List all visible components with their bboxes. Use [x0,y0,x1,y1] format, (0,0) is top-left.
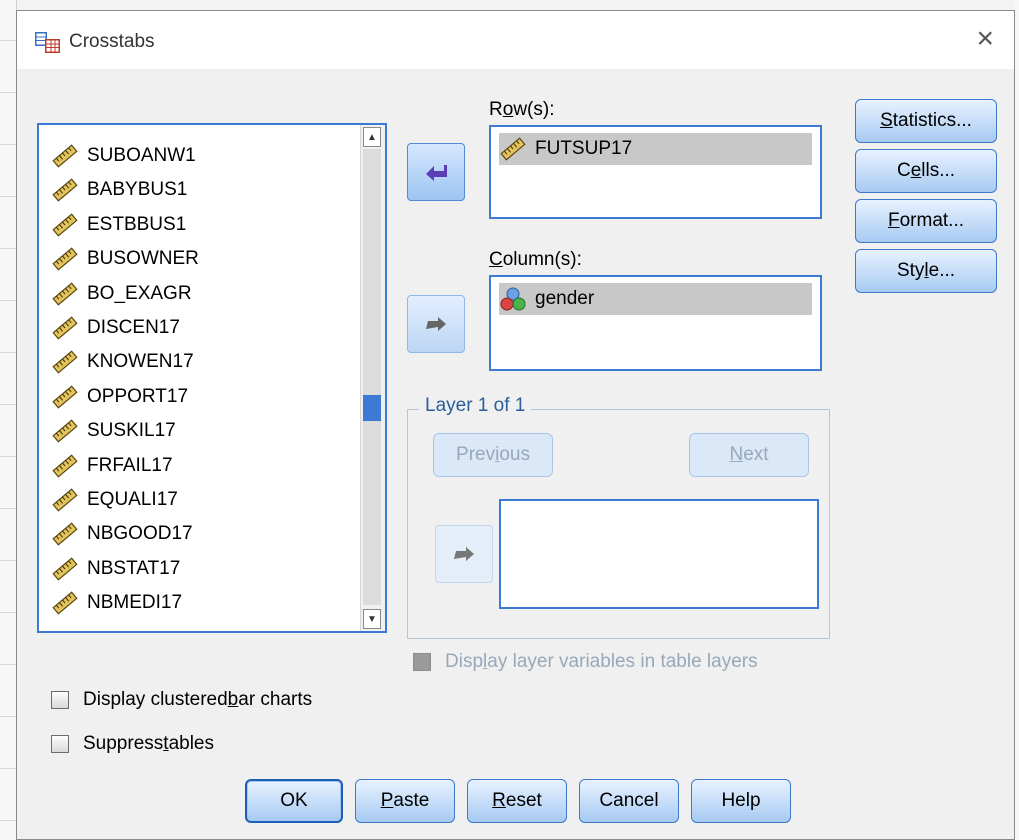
source-variable-list[interactable]: SUBOANW1 BABYBUS1 ESTBBUS1 BUSOWNER BO_EXAGR… [37,123,387,633]
variable-list-item[interactable]: FRFAIL17 [51,451,173,481]
variable-list-item[interactable]: EQUALI17 [51,485,178,515]
scale-ruler-icon [52,247,78,271]
scale-ruler-icon [500,137,526,161]
scale-ruler-icon [52,488,78,512]
cells-button[interactable]: Ce lls... [855,149,997,193]
variable-name: SUSKIL17 [87,420,176,442]
columns-target-list[interactable]: gender [489,275,822,371]
statistics-button[interactable]: Statistics... [855,99,997,143]
variable-name: DISCEN17 [87,317,180,338]
variable-name: BO_EXAGR [87,282,192,304]
nominal-icon [500,287,526,311]
scale-ruler-icon [52,213,78,237]
reset-button[interactable]: Reset [467,779,567,823]
scale-ruler-icon [52,453,78,478]
background-row-gutter [0,0,17,840]
arrow-right-icon [426,317,446,331]
previous-layer-button[interactable]: Prev i ous [433,433,553,477]
crosstabs-app-icon [35,32,60,53]
display-layer-variables-checkbox[interactable] [413,653,431,671]
style-button[interactable]: Sty l e... [855,249,997,293]
variable-list-item[interactable]: KNOWEN17 [51,347,194,377]
rows-label: Row(s): [489,99,555,120]
move-to-columns-button[interactable] [407,295,465,353]
variable-list-item[interactable]: NBGOOD17 [51,519,193,549]
cancel-button[interactable]: Cancel [579,779,679,823]
scale-ruler-icon [52,178,78,203]
layer-title: Layer 1 of 1 [419,395,532,417]
scale-ruler-icon [52,144,78,168]
scroll-down-icon[interactable]: ▼ [363,609,381,629]
variable-list-item[interactable]: OPPORT17 [51,382,188,412]
variable-list-item[interactable]: SUSKIL17 [51,416,176,446]
variable-list-scrollbar[interactable]: ▲ ▼ [360,125,385,631]
close-icon[interactable]: × [976,24,994,54]
clustered-bar-charts-checkbox[interactable] [51,691,69,709]
arrow-left-icon [426,165,447,181]
columns-item-label: gender [535,288,595,309]
rows-selected-item[interactable]: FUTSUP17 [499,133,812,165]
variable-list-item[interactable]: DISCEN17 [51,313,180,343]
variable-name: ESTBBUS1 [87,213,187,235]
suppress-tables-checkbox[interactable] [51,735,69,753]
scroll-up-icon[interactable]: ▲ [363,127,381,147]
clustered-bar-charts-option: Display clustered b ar charts [51,689,312,711]
ok-button[interactable]: OK [245,779,343,823]
title-bar: Crosstabs × [17,11,1014,69]
variable-list-item[interactable]: NBSTAT17 [51,554,180,584]
background-right-edge [1015,0,1019,840]
paste-button[interactable]: Paste [355,779,455,823]
dialog-title: Crosstabs [69,31,155,52]
crosstabs-dialog: Crosstabs × SUBOANW1 BABYBUS1 ESTBBUS1 BUSO… [16,10,1015,840]
variable-list-item[interactable]: NBMEDI17 [51,588,182,618]
variable-name: EQUALI17 [87,489,178,510]
variable-name: KNOWEN17 [87,351,194,373]
scale-ruler-icon [52,522,78,547]
variable-name: BUSOWNER [87,248,199,270]
columns-label: Column(s): [489,249,582,270]
scale-ruler-icon [52,350,78,375]
variable-name: NBGOOD17 [87,523,193,545]
scale-ruler-icon [52,557,78,581]
scrollbar-thumb[interactable] [363,395,381,421]
move-back-to-list-button[interactable] [407,143,465,201]
variable-name: NBMEDI17 [87,592,183,614]
format-button[interactable]: Format... [855,199,997,243]
variable-name: OPPORT17 [87,385,189,407]
rows-target-list[interactable]: FUTSUP17 [489,125,822,219]
variable-list-item[interactable]: BABYBUS1 [51,175,187,205]
variable-list-item[interactable]: BUSOWNER [51,244,199,274]
layer-target-list[interactable] [499,499,819,609]
scrollbar-track[interactable] [363,149,381,605]
help-button[interactable]: Help [691,779,791,823]
variable-list-item[interactable]: ESTBBUS1 [51,210,186,240]
variable-list-item[interactable]: BO_EXAGR [51,279,192,309]
scale-ruler-icon [52,281,78,306]
variable-name: SUBOANW1 [87,145,196,166]
variable-name: NBSTAT17 [87,557,181,579]
scale-ruler-icon [52,419,78,443]
rows-item-label: FUTSUP17 [535,138,633,159]
scale-ruler-icon [52,591,78,615]
columns-selected-item[interactable]: gender [499,283,812,315]
display-layer-variables-option: Disp l ay layer variables in table layers [413,651,758,673]
suppress-tables-option: Suppress t ables [51,733,214,755]
variable-name: FRFAIL17 [87,454,173,476]
variable-list-item[interactable]: SUBOANW1 [51,141,196,171]
scale-ruler-icon [52,316,78,340]
variable-name: BABYBUS1 [87,179,188,201]
next-layer-button[interactable]: Next [689,433,809,477]
scale-ruler-icon [52,385,78,409]
